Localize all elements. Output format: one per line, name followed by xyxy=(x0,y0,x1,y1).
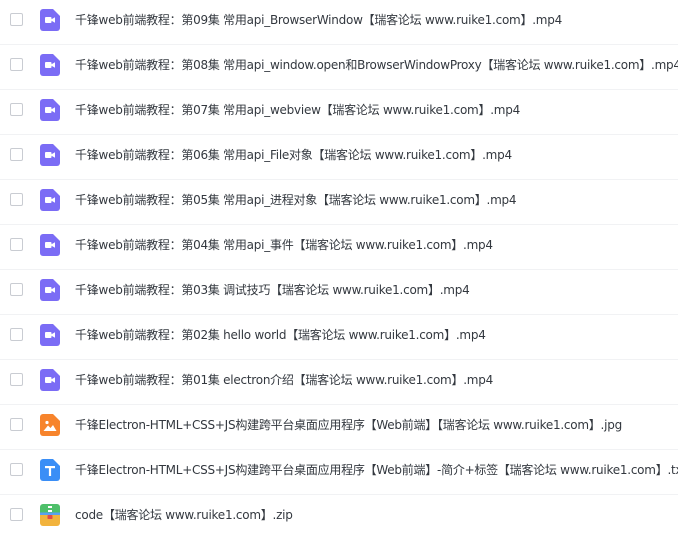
video-icon xyxy=(40,234,60,256)
select-checkbox[interactable] xyxy=(10,238,23,251)
select-checkbox[interactable] xyxy=(10,283,23,296)
select-checkbox[interactable] xyxy=(10,418,23,431)
file-row[interactable]: 千锋web前端教程：第05集 常用api_进程对象【瑞客论坛 www.ruike… xyxy=(0,180,678,225)
file-name[interactable]: code【瑞客论坛 www.ruike1.com】.zip xyxy=(75,495,293,535)
file-row[interactable]: 千锋web前端教程：第01集 electron介绍【瑞客论坛 www.ruike… xyxy=(0,360,678,405)
file-row[interactable]: 千锋web前端教程：第07集 常用api_webview【瑞客论坛 www.ru… xyxy=(0,90,678,135)
video-icon xyxy=(40,189,60,211)
video-icon xyxy=(40,324,60,346)
text-icon xyxy=(40,459,60,481)
video-icon xyxy=(40,369,60,391)
file-name[interactable]: 千锋Electron-HTML+CSS+JS构建跨平台桌面应用程序【Web前端】… xyxy=(75,405,622,445)
file-name[interactable]: 千锋web前端教程：第03集 调试技巧【瑞客论坛 www.ruike1.com】… xyxy=(75,270,470,310)
select-checkbox[interactable] xyxy=(10,463,23,476)
file-name[interactable]: 千锋web前端教程：第04集 常用api_事件【瑞客论坛 www.ruike1.… xyxy=(75,225,493,265)
file-row[interactable]: 千锋web前端教程：第08集 常用api_window.open和Browser… xyxy=(0,45,678,90)
select-checkbox[interactable] xyxy=(10,373,23,386)
video-icon xyxy=(40,144,60,166)
select-checkbox[interactable] xyxy=(10,328,23,341)
select-checkbox[interactable] xyxy=(10,193,23,206)
file-name[interactable]: 千锋web前端教程：第05集 常用api_进程对象【瑞客论坛 www.ruike… xyxy=(75,180,517,220)
file-row[interactable]: 千锋web前端教程：第06集 常用api_File对象【瑞客论坛 www.rui… xyxy=(0,135,678,180)
file-list: 千锋web前端教程：第09集 常用api_BrowserWindow【瑞客论坛 … xyxy=(0,0,678,533)
file-name[interactable]: 千锋Electron-HTML+CSS+JS构建跨平台桌面应用程序【Web前端】… xyxy=(75,450,678,490)
select-checkbox[interactable] xyxy=(10,13,23,26)
file-row[interactable]: 千锋web前端教程：第09集 常用api_BrowserWindow【瑞客论坛 … xyxy=(0,0,678,45)
file-row[interactable]: 千锋Electron-HTML+CSS+JS构建跨平台桌面应用程序【Web前端】… xyxy=(0,450,678,495)
select-checkbox[interactable] xyxy=(10,103,23,116)
video-icon xyxy=(40,54,60,76)
file-row[interactable]: code【瑞客论坛 www.ruike1.com】.zip xyxy=(0,495,678,540)
select-checkbox[interactable] xyxy=(10,58,23,71)
select-checkbox[interactable] xyxy=(10,148,23,161)
file-row[interactable]: 千锋Electron-HTML+CSS+JS构建跨平台桌面应用程序【Web前端】… xyxy=(0,405,678,450)
image-icon xyxy=(40,414,60,436)
file-name[interactable]: 千锋web前端教程：第07集 常用api_webview【瑞客论坛 www.ru… xyxy=(75,90,520,130)
file-row[interactable]: 千锋web前端教程：第04集 常用api_事件【瑞客论坛 www.ruike1.… xyxy=(0,225,678,270)
file-name[interactable]: 千锋web前端教程：第09集 常用api_BrowserWindow【瑞客论坛 … xyxy=(75,0,562,40)
video-icon xyxy=(40,99,60,121)
zip-icon xyxy=(40,504,60,526)
select-checkbox[interactable] xyxy=(10,508,23,521)
file-row[interactable]: 千锋web前端教程：第03集 调试技巧【瑞客论坛 www.ruike1.com】… xyxy=(0,270,678,315)
video-icon xyxy=(40,9,60,31)
file-name[interactable]: 千锋web前端教程：第08集 常用api_window.open和Browser… xyxy=(75,45,678,85)
video-icon xyxy=(40,279,60,301)
file-name[interactable]: 千锋web前端教程：第02集 hello world【瑞客论坛 www.ruik… xyxy=(75,315,486,355)
file-row[interactable]: 千锋web前端教程：第02集 hello world【瑞客论坛 www.ruik… xyxy=(0,315,678,360)
file-name[interactable]: 千锋web前端教程：第06集 常用api_File对象【瑞客论坛 www.rui… xyxy=(75,135,512,175)
file-name[interactable]: 千锋web前端教程：第01集 electron介绍【瑞客论坛 www.ruike… xyxy=(75,360,493,400)
